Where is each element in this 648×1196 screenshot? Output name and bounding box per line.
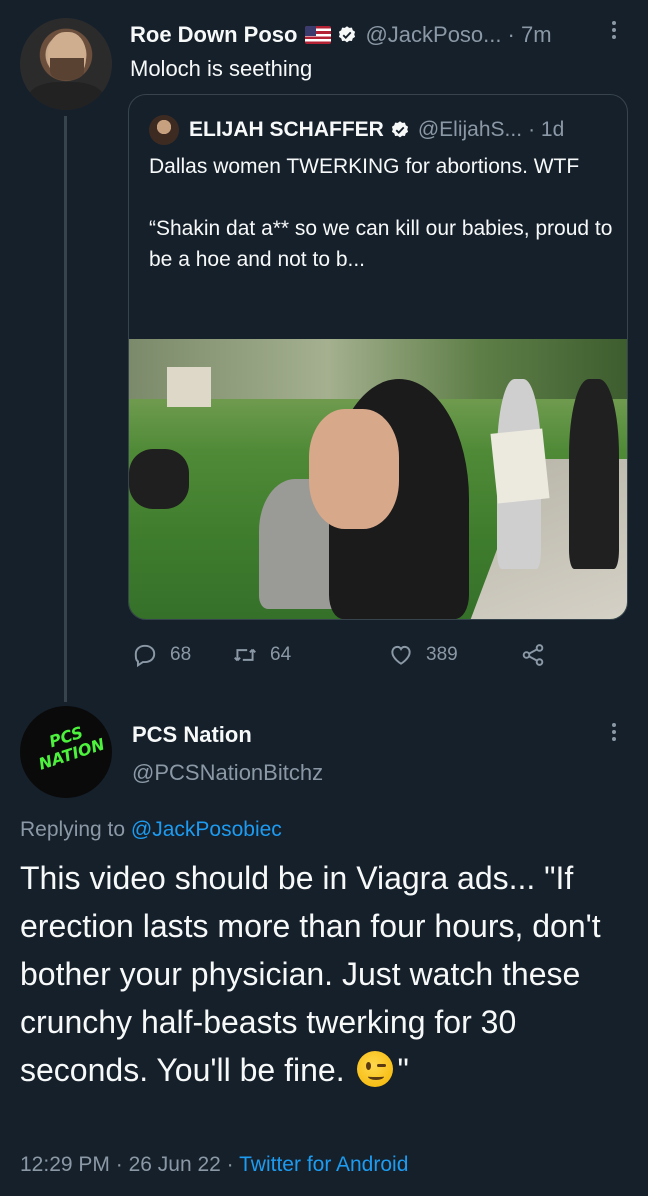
- more-vertical-icon[interactable]: [606, 18, 622, 48]
- more-vertical-icon[interactable]: [606, 720, 622, 750]
- tweet2-text: This video should be in Viagra ads... "I…: [20, 854, 640, 1094]
- tweet2-time[interactable]: 12:29 PM: [20, 1153, 110, 1176]
- quoted-author-name: ELIJAH SCHAFFER: [189, 118, 384, 141]
- replying-to-handle-link[interactable]: @JackPosobiec: [131, 818, 282, 841]
- tweet2-metadata: 12:29 PM · 26 Jun 22 · Twitter for Andro…: [20, 1153, 408, 1177]
- tweet2-source-link[interactable]: Twitter for Android: [239, 1153, 408, 1176]
- reply-icon: [134, 644, 156, 668]
- tweet2-text-body: This video should be in Viagra ads... "I…: [20, 860, 601, 1088]
- winking-face-emoji: [357, 1051, 394, 1087]
- avatar-pcs-nation[interactable]: PCS NATION: [20, 706, 112, 798]
- tweet2-handle[interactable]: @PCSNationBitchz: [132, 760, 323, 786]
- verified-badge-icon: [391, 121, 408, 138]
- reply-count: 68: [170, 644, 192, 665]
- thread-line: [64, 116, 67, 702]
- tweet1-handle[interactable]: @JackPoso...: [365, 22, 501, 48]
- quoted-handle: @ElijahS...: [417, 118, 523, 141]
- quoted-tweet-header: ELIJAH SCHAFFER @ElijahS... · 1d: [149, 115, 564, 145]
- replying-to: Replying to @JackPosobiec: [20, 818, 282, 842]
- quoted-tweet-text: Dallas women TWERKING for abortions. WTF…: [149, 155, 613, 271]
- retweet-button[interactable]: 64: [232, 642, 291, 668]
- heart-icon: [391, 645, 411, 665]
- video-thumbnail[interactable]: [129, 339, 627, 619]
- tweet2-author-name[interactable]: PCS Nation: [132, 722, 252, 748]
- replying-to-label: Replying to: [20, 818, 126, 841]
- pcs-nation-logo: PCS NATION: [36, 722, 107, 774]
- reply-button[interactable]: 68: [132, 642, 191, 668]
- tweet1-text: Moloch is seething: [130, 56, 313, 81]
- tweet1-time: · 7m: [507, 22, 552, 47]
- quoted-tweet-card[interactable]: ELIJAH SCHAFFER @ElijahS... · 1d Dallas …: [128, 94, 628, 620]
- retweet-icon: [234, 648, 256, 662]
- verified-badge-icon: [339, 26, 356, 43]
- meta-separator: ·: [115, 1153, 123, 1176]
- us-flag-icon: [305, 26, 332, 44]
- avatar-beard: [50, 58, 84, 80]
- like-count: 389: [426, 644, 458, 665]
- avatar-elijah-schaffer: [149, 115, 179, 145]
- tweet1-author-name[interactable]: Roe Down Poso: [130, 22, 297, 48]
- retweet-count: 64: [270, 644, 292, 665]
- quoted-time: · 1d: [528, 118, 565, 141]
- meta-separator: ·: [226, 1153, 234, 1176]
- tweet1-header: Roe Down Poso @JackPoso... · 7m: [130, 20, 552, 50]
- like-button[interactable]: 389: [388, 642, 458, 668]
- share-button[interactable]: [520, 642, 546, 668]
- tweet2-date[interactable]: 26 Jun 22: [129, 1153, 221, 1176]
- share-icon: [522, 644, 544, 666]
- avatar-shirt: [28, 82, 104, 110]
- avatar-roe-down-poso[interactable]: [20, 18, 112, 110]
- tweet2-text-end: ": [397, 1052, 409, 1088]
